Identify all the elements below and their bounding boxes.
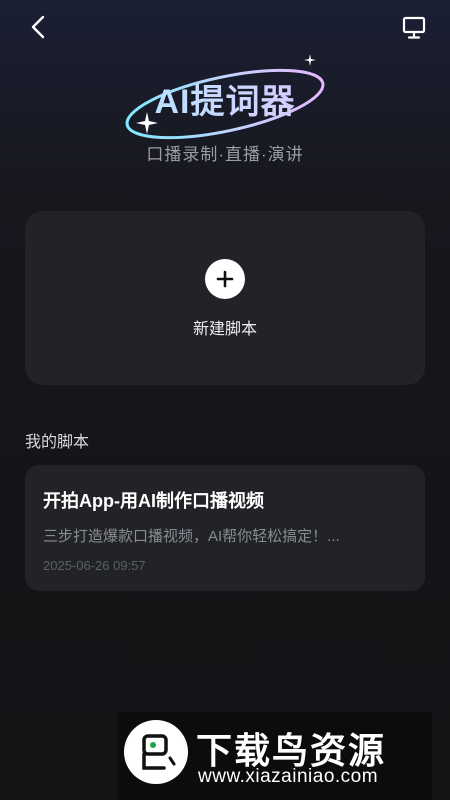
section-title-my-scripts: 我的脚本	[25, 434, 90, 451]
sparkle-icon	[136, 112, 158, 134]
new-script-label: 新建脚本	[192, 321, 257, 338]
app-subtitle: 口播录制·直播·演讲	[146, 145, 304, 164]
back-button[interactable]	[24, 12, 54, 42]
watermark-logo	[124, 720, 188, 784]
app-title: AI提词器	[0, 74, 450, 123]
add-button[interactable]	[205, 259, 245, 299]
screen-cast-button[interactable]	[400, 14, 428, 42]
script-list-item[interactable]: 开拍App-用AI制作口播视频 三步打造爆款口播视频，AI帮你轻松搞定！... …	[25, 465, 425, 591]
watermark-url: www.xiazainiao.com	[198, 766, 379, 787]
script-title: 开拍App-用AI制作口播视频	[43, 491, 264, 511]
plus-icon	[216, 270, 234, 288]
script-date: 2025-06-26 09:57	[43, 558, 146, 573]
brand-header: AI提词器 口播录制·直播·演讲	[0, 48, 450, 178]
sparkle-small-icon	[304, 54, 316, 66]
script-description: 三步打造爆款口播视频，AI帮你轻松搞定！...	[43, 528, 340, 545]
chevron-left-icon	[31, 15, 45, 39]
new-script-card[interactable]: 新建脚本	[25, 211, 425, 385]
bird-icon	[142, 734, 176, 770]
monitor-icon	[402, 16, 426, 39]
watermark: 下载鸟资源 www.xiazainiao.com	[118, 712, 432, 800]
